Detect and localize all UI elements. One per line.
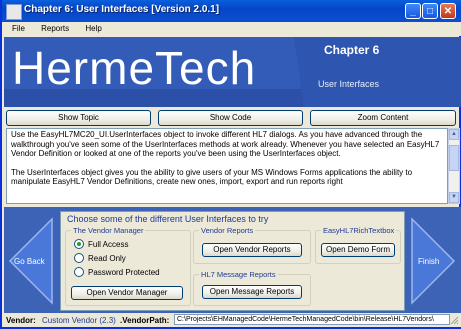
vendor-reports-label: Vendor Reports (199, 226, 256, 235)
radio-icon (74, 267, 84, 277)
go-back-label: Go Back (14, 257, 45, 266)
radio-password-protected[interactable]: Password Protected (74, 267, 160, 277)
go-back-button[interactable]: Go Back (6, 211, 54, 311)
content-toolbar: Show Topic Show Code Zoom Content (4, 110, 461, 126)
radio-full-access[interactable]: Full Access (74, 239, 128, 249)
title-bar[interactable]: Chapter 6: User Interfaces [Version 2.0.… (2, 0, 461, 22)
app-icon (6, 4, 22, 20)
vendor-reports-group: Vendor Reports Open Vendor Reports (193, 226, 311, 264)
topic-text-area[interactable]: Use the EasyHL7MC20_UI.UserInterfaces ob… (6, 128, 448, 204)
open-demo-form-button[interactable]: Open Demo Form (321, 243, 395, 257)
header-banner: HermeTech Chapter 6 User Interfaces (4, 37, 461, 107)
show-code-button[interactable]: Show Code (158, 110, 303, 126)
resize-grip-icon[interactable] (450, 316, 459, 325)
maximize-button[interactable]: □ (422, 3, 438, 19)
scroll-up-icon[interactable]: ▲ (449, 129, 459, 140)
chapter-heading: Chapter 6 (324, 43, 380, 57)
vendor-value: Custom Vendor (2.3) (42, 316, 116, 325)
chapter-subtitle: User Interfaces (318, 79, 380, 89)
open-message-reports-button[interactable]: Open Message Reports (202, 285, 302, 299)
menu-help[interactable]: Help (77, 22, 107, 33)
rich-textbox-group: EasyHL7RichTextbox Open Demo Form (315, 226, 401, 264)
vertical-scrollbar[interactable]: ▲ ▼ (448, 128, 460, 204)
finish-label: Finish (418, 257, 440, 266)
radio-icon (74, 253, 84, 263)
finish-button[interactable]: Finish (410, 211, 458, 311)
vendor-path-field: C:\Projects\EHManagedCode\HermeTechManag… (174, 314, 450, 325)
vendor-manager-label: The Vendor Manager (71, 226, 146, 235)
radio-read-only-label: Read Only (88, 254, 126, 263)
rich-textbox-label: EasyHL7RichTextbox (321, 226, 397, 235)
status-bar: Vendor: Custom Vendor (2.3) .VendorPath:… (4, 313, 461, 327)
open-vendor-reports-button[interactable]: Open Vendor Reports (202, 243, 302, 257)
menu-bar: File Reports Help (4, 22, 461, 36)
message-reports-group: HL7 Message Reports Open Message Reports (193, 270, 311, 306)
show-topic-button[interactable]: Show Topic (6, 110, 151, 126)
open-vendor-manager-button[interactable]: Open Vendor Manager (71, 286, 183, 300)
user-interfaces-panel: Choose some of the different User Interf… (60, 211, 405, 311)
message-reports-label: HL7 Message Reports (199, 270, 278, 279)
radio-read-only[interactable]: Read Only (74, 253, 126, 263)
scroll-down-icon[interactable]: ▼ (449, 192, 459, 203)
vendor-manager-group: The Vendor Manager Full Access Read Only… (65, 226, 191, 306)
minimize-button[interactable]: _ (405, 3, 421, 19)
menu-file[interactable]: File (4, 22, 31, 33)
zoom-content-button[interactable]: Zoom Content (310, 110, 456, 126)
topic-paragraph-2: The UserInterfaces object gives you the … (11, 167, 413, 187)
radio-selected-icon (74, 239, 84, 249)
radio-full-access-label: Full Access (88, 240, 129, 249)
vendor-path-label: .VendorPath: (120, 316, 170, 325)
hermetech-logo: HermeTech (12, 42, 257, 94)
vendor-label: Vendor: (6, 316, 36, 325)
close-button[interactable]: ✕ (440, 3, 456, 19)
app-window: Chapter 6: User Interfaces [Version 2.0.… (0, 0, 461, 329)
navigation-panel: Go Back Choose some of the different Use… (4, 207, 461, 313)
window-title: Chapter 6: User Interfaces [Version 2.0.… (24, 4, 220, 15)
radio-password-protected-label: Password Protected (88, 268, 160, 277)
panel-title: Choose some of the different User Interf… (67, 214, 269, 224)
menu-reports[interactable]: Reports (33, 22, 75, 33)
scroll-thumb[interactable] (449, 145, 459, 171)
topic-paragraph-1: Use the EasyHL7MC20_UI.UserInterfaces ob… (11, 130, 440, 159)
